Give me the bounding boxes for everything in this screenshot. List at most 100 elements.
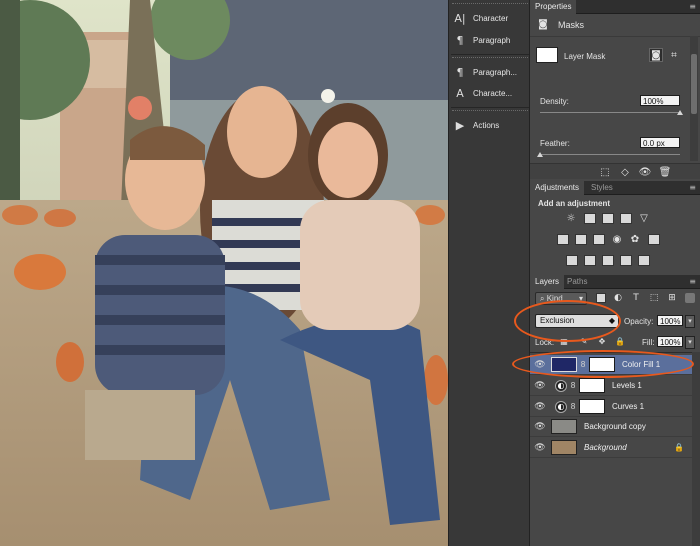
blend-mode-select[interactable]: Exclusion ◆	[535, 314, 619, 328]
filter-shape-icon[interactable]: ⬚	[648, 292, 660, 304]
threshold-icon[interactable]	[602, 255, 614, 266]
eye-icon[interactable]: 👁	[533, 422, 547, 432]
hue-sat-icon[interactable]	[557, 234, 569, 245]
fill-field[interactable]: 100%	[657, 336, 683, 347]
properties-scroll-thumb[interactable]	[691, 54, 697, 114]
color-balance-icon[interactable]	[575, 234, 587, 245]
tab-paths[interactable]: Paths	[562, 275, 592, 289]
filter-kind-select[interactable]: ⌕ Kind ▾	[535, 292, 587, 305]
layer-thumbnail[interactable]	[551, 419, 577, 434]
fill-dropdown[interactable]: ▾	[685, 336, 695, 349]
layer-row-background[interactable]: 👁 Background 🔒	[530, 438, 692, 458]
lock-pixels-icon[interactable]: ✎	[578, 335, 590, 347]
feather-field[interactable]: 0.0 px	[640, 137, 680, 148]
bw-icon[interactable]	[593, 234, 605, 245]
dock-item-paragraph-styles[interactable]: ¶ Paragraph...	[453, 62, 529, 82]
density-slider-thumb[interactable]	[677, 110, 683, 115]
posterize-icon[interactable]	[584, 255, 596, 266]
dock-item-label: Paragraph...	[473, 67, 518, 77]
filter-adjustment-icon[interactable]: ◐	[612, 292, 624, 304]
dock-separator	[451, 107, 529, 108]
dock-item-label: Characte...	[473, 88, 513, 98]
vector-mask-icon[interactable]: ⌗	[667, 48, 681, 62]
density-slider[interactable]	[540, 112, 680, 113]
layers-tabbar: Layers Paths ≡	[530, 275, 700, 289]
tab-layers[interactable]: Layers	[530, 275, 565, 289]
pixel-mask-icon[interactable]: ◙	[649, 48, 663, 62]
lock-all-icon[interactable]: 🔒	[614, 335, 626, 347]
color-lookup-icon[interactable]	[648, 234, 660, 245]
actions-icon: ▶	[455, 118, 465, 132]
exposure-icon[interactable]	[620, 213, 632, 224]
dock-item-label: Actions	[473, 120, 500, 130]
eye-icon[interactable]: 👁	[533, 402, 547, 412]
feather-label: Feather:	[540, 139, 570, 148]
layer-mask-thumbnail[interactable]	[579, 378, 605, 393]
layer-row-curves[interactable]: 👁 ◐ 8 Curves 1	[530, 397, 692, 417]
divider	[530, 36, 700, 37]
panel-menu-icon[interactable]: ≡	[689, 183, 696, 192]
panel-menu-icon[interactable]: ≡	[689, 277, 696, 286]
feather-slider-thumb[interactable]	[537, 152, 543, 157]
eye-icon[interactable]: 👁	[533, 381, 547, 391]
opacity-field[interactable]: 100%	[657, 315, 683, 326]
link-icon[interactable]: 8	[569, 381, 577, 390]
tab-styles[interactable]: Styles	[586, 181, 618, 195]
density-field[interactable]: 100%	[640, 95, 680, 106]
opacity-dropdown[interactable]: ▾	[685, 315, 695, 328]
layer-row-background-copy[interactable]: 👁 Background copy	[530, 417, 692, 437]
tab-properties[interactable]: Properties	[530, 0, 577, 14]
layer-row-levels[interactable]: 👁 ◐ 8 Levels 1	[530, 376, 692, 396]
density-label: Density:	[540, 97, 569, 106]
filter-pixel-icon[interactable]	[596, 293, 606, 303]
document-canvas[interactable]	[0, 0, 448, 546]
photo-filter-icon[interactable]: ◉	[610, 232, 624, 246]
curves-icon[interactable]	[602, 213, 614, 224]
dock-item-paragraph[interactable]: ¶ Paragraph	[453, 30, 529, 50]
load-selection-icon[interactable]: ⬚	[598, 165, 612, 179]
invert-icon[interactable]	[566, 255, 578, 266]
layer-name: Curves 1	[612, 402, 645, 411]
character-icon: A|	[454, 11, 466, 25]
dock-grip[interactable]	[452, 110, 528, 113]
opacity-label: Opacity:	[624, 317, 654, 326]
layer-mask-thumbnail[interactable]	[589, 357, 615, 372]
vibrance-icon[interactable]: ▽	[637, 211, 651, 225]
dock-grip[interactable]	[452, 3, 528, 6]
tab-adjustments[interactable]: Adjustments	[530, 181, 585, 195]
layer-name: Background	[584, 443, 627, 452]
trash-icon[interactable]: 🗑	[658, 165, 672, 179]
lock-transparent-icon[interactable]: ▦	[558, 335, 570, 347]
brightness-icon[interactable]: ☼	[564, 211, 578, 225]
family-photo	[0, 0, 448, 546]
layer-thumbnail[interactable]	[551, 440, 577, 455]
gradient-map-icon[interactable]	[620, 255, 632, 266]
dock-item-actions[interactable]: ▶ Actions	[453, 115, 529, 135]
filter-smart-object-icon[interactable]: ⊞	[666, 292, 678, 304]
layer-row-color-fill[interactable]: 👁 8 Color Fill 1	[530, 355, 692, 375]
chevron-down-icon: ◆	[608, 316, 615, 325]
mask-mode-icon[interactable]: ◙	[536, 17, 550, 31]
fill-label: Fill:	[642, 338, 655, 347]
feather-slider[interactable]	[540, 154, 680, 155]
eye-icon[interactable]: 👁	[533, 360, 547, 370]
properties-scrollbar[interactable]	[690, 36, 698, 161]
layers-scrollbar[interactable]	[692, 352, 700, 546]
dock-grip[interactable]	[452, 57, 528, 60]
layer-mask-thumbnail[interactable]	[579, 399, 605, 414]
filter-toggle[interactable]	[685, 293, 695, 303]
color-fill-thumbnail[interactable]	[551, 357, 577, 372]
eye-icon[interactable]: 👁	[533, 443, 547, 453]
selective-color-icon[interactable]	[638, 255, 650, 266]
link-icon[interactable]: 8	[569, 402, 577, 411]
channel-mixer-icon[interactable]: ✿	[628, 232, 642, 246]
levels-icon[interactable]	[584, 213, 596, 224]
apply-mask-icon[interactable]: ◇	[618, 165, 632, 179]
link-icon[interactable]: 8	[579, 360, 587, 369]
lock-position-icon[interactable]: ✥	[596, 335, 608, 347]
eye-icon[interactable]: 👁	[638, 165, 652, 179]
dock-item-character-styles[interactable]: A Characte...	[453, 83, 529, 103]
dock-item-character[interactable]: A| Character	[453, 8, 529, 28]
panel-menu-icon[interactable]: ≡	[689, 2, 696, 11]
filter-type-icon[interactable]: T	[630, 292, 642, 304]
